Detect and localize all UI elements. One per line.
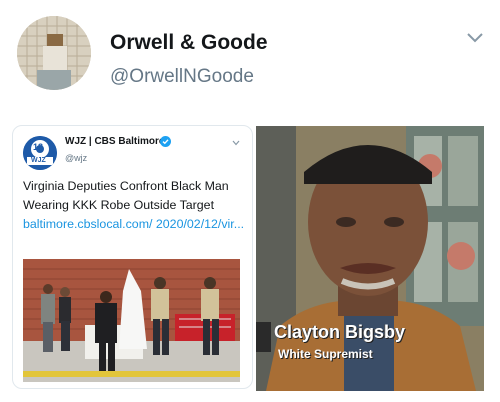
chevron-down-icon[interactable] bbox=[232, 140, 240, 146]
embedded-tweet-text: Virginia Deputies Confront Black Man Wea… bbox=[23, 177, 245, 234]
avatar[interactable] bbox=[17, 16, 91, 90]
avatar-image bbox=[17, 16, 91, 90]
display-name[interactable]: Orwell & Goode bbox=[110, 31, 268, 55]
embedded-handle[interactable]: @wjz bbox=[65, 153, 87, 163]
caption-name: Clayton Bigsby bbox=[274, 322, 406, 342]
news-photo[interactable] bbox=[23, 259, 240, 382]
logo-call-sign: WJZ bbox=[31, 157, 46, 164]
chevron-down-icon[interactable] bbox=[466, 32, 484, 44]
user-handle[interactable]: @OrwellNGoode bbox=[110, 66, 254, 88]
headline-text: Virginia Deputies Confront Black Man Wea… bbox=[23, 179, 229, 212]
caption-title: White Supremist bbox=[278, 347, 373, 361]
logo-number: 13 bbox=[33, 142, 44, 152]
article-link[interactable]: baltimore.cbslocal.com/ 2020/02/12/vir..… bbox=[23, 217, 244, 231]
verified-badge-icon bbox=[160, 136, 171, 147]
embedded-tweet[interactable]: 13 WJZ WJZ | CBS Baltimore @wjz Virginia… bbox=[12, 125, 253, 389]
wjz-logo: 13 WJZ bbox=[23, 136, 57, 170]
embedded-account-name[interactable]: WJZ | CBS Baltimore bbox=[65, 136, 164, 147]
